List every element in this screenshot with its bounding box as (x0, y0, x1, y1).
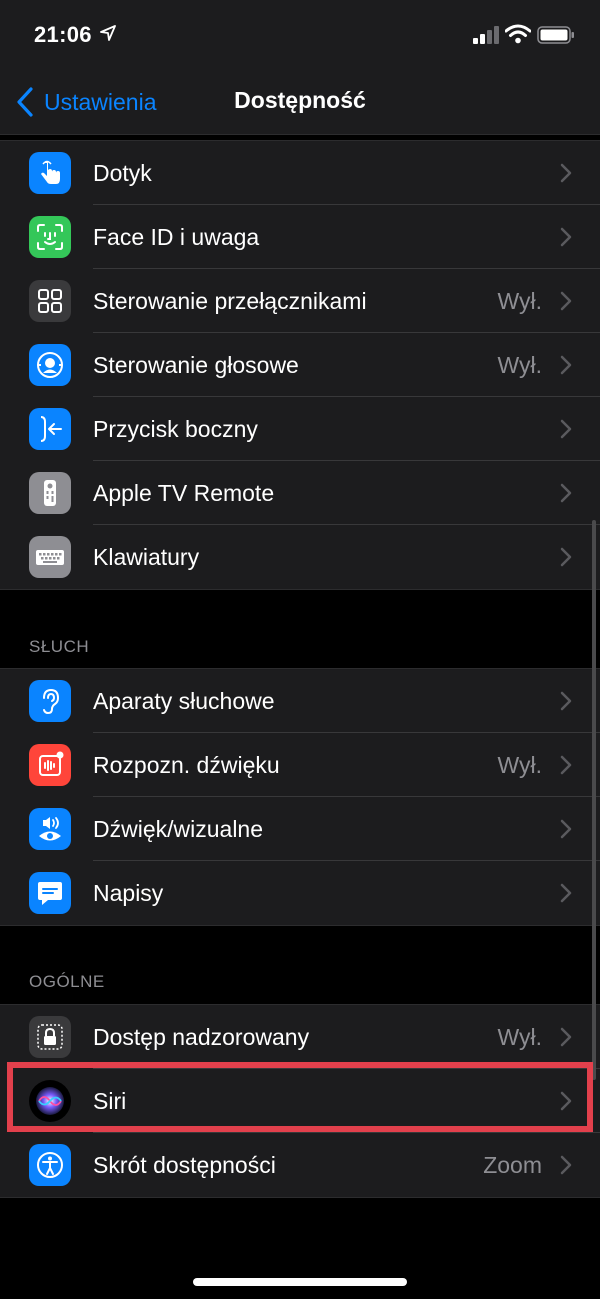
cellular-signal-icon (473, 26, 499, 44)
physical-motor-group: Dotyk Face ID i uwaga Sterowanie przełąc… (0, 140, 600, 590)
hearing-group: Aparaty słuchowe Rozpozn. dźwięku Wył. D… (0, 668, 600, 926)
chevron-right-icon (560, 547, 572, 567)
tv-remote-icon (29, 472, 71, 514)
row-label: Rozpozn. dźwięku (93, 752, 280, 778)
row-label: Przycisk boczny (93, 416, 258, 442)
chevron-right-icon (560, 691, 572, 711)
row-value: Wył. (497, 352, 542, 378)
row-label: Face ID i uwaga (93, 224, 260, 250)
voice-control-icon (29, 344, 71, 386)
page-title: Dostępność (234, 87, 366, 113)
settings-row-subtitles[interactable]: Napisy (0, 861, 600, 925)
status-time: 21:06 (34, 22, 92, 47)
settings-row-siri[interactable]: Siri (0, 1069, 600, 1133)
row-label: Dźwięk/wizualne (93, 816, 264, 842)
guided-access-lock-icon (29, 1016, 71, 1058)
row-value: Wył. (497, 288, 542, 314)
row-value: Wył. (497, 1024, 542, 1050)
chevron-right-icon (560, 355, 572, 375)
chevron-right-icon (560, 291, 572, 311)
chevron-right-icon (560, 1155, 572, 1175)
settings-row-touch[interactable]: Dotyk (0, 141, 600, 205)
row-label: Skrót dostępności (93, 1152, 276, 1178)
row-label: Aparaty słuchowe (93, 688, 275, 714)
settings-row-switch-control[interactable]: Sterowanie przełącznikami Wył. (0, 269, 600, 333)
wifi-icon (505, 24, 531, 44)
settings-row-audio-visual[interactable]: Dźwięk/wizualne (0, 797, 600, 861)
row-label: Sterowanie głosowe (93, 352, 299, 378)
grid-icon (29, 280, 71, 322)
row-value: Zoom (483, 1152, 542, 1178)
chevron-right-icon (560, 227, 572, 247)
settings-row-voice-control[interactable]: Sterowanie głosowe Wył. (0, 333, 600, 397)
settings-row-apple-tv-remote[interactable]: Apple TV Remote (0, 461, 600, 525)
chevron-right-icon (560, 1091, 572, 1111)
chevron-right-icon (560, 883, 572, 903)
keyboard-icon (29, 536, 71, 578)
side-button-icon (29, 408, 71, 450)
sound-recognition-icon (29, 744, 71, 786)
chevron-right-icon (560, 483, 572, 503)
row-label: Dotyk (93, 160, 152, 186)
settings-row-guided-access[interactable]: Dostęp nadzorowany Wył. (0, 1005, 600, 1069)
chevron-right-icon (560, 819, 572, 839)
ear-icon (29, 680, 71, 722)
row-value: Wył. (497, 752, 542, 778)
settings-row-accessibility-shortcut[interactable]: Skrót dostępności Zoom (0, 1133, 600, 1197)
row-label: Napisy (93, 880, 164, 906)
row-label: Klawiatury (93, 544, 200, 570)
subtitles-icon (29, 872, 71, 914)
row-label: Siri (93, 1088, 127, 1114)
settings-row-face-id[interactable]: Face ID i uwaga (0, 205, 600, 269)
location-arrow-icon (100, 25, 116, 41)
accessibility-icon (29, 1144, 71, 1186)
section-header-hearing: SŁUCH (29, 637, 90, 656)
chevron-right-icon (560, 755, 572, 775)
section-header-general: OGÓLNE (29, 972, 105, 991)
row-label: Apple TV Remote (93, 480, 275, 506)
settings-row-hearing-devices[interactable]: Aparaty słuchowe (0, 669, 600, 733)
chevron-right-icon (560, 419, 572, 439)
chevron-right-icon (560, 163, 572, 183)
row-label: Sterowanie przełącznikami (93, 288, 367, 314)
navigation-bar: Ustawienia Dostępność (0, 70, 600, 135)
row-label: Dostęp nadzorowany (93, 1024, 310, 1050)
hand-tap-icon (29, 152, 71, 194)
settings-row-side-button[interactable]: Przycisk boczny (0, 397, 600, 461)
siri-icon (29, 1080, 71, 1122)
general-group: Dostęp nadzorowany Wył. Siri Skrót dostę… (0, 1004, 600, 1198)
battery-icon (537, 26, 574, 44)
settings-row-keyboards[interactable]: Klawiatury (0, 525, 600, 589)
home-indicator[interactable] (193, 1278, 407, 1286)
chevron-right-icon (560, 1027, 572, 1047)
scroll-indicator[interactable] (592, 520, 596, 1080)
settings-row-sound-recognition[interactable]: Rozpozn. dźwięku Wył. (0, 733, 600, 797)
audio-visual-icon (29, 808, 71, 850)
face-id-icon (29, 216, 71, 258)
status-bar: 21:06 (0, 0, 600, 70)
